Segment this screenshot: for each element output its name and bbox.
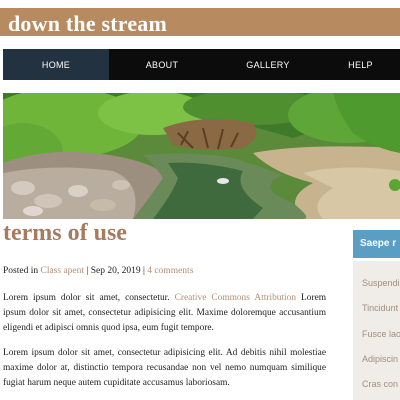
post-date: Sep 20, 2019 <box>90 266 141 276</box>
site-title[interactable]: down the stream <box>8 11 167 37</box>
meta-separator: | <box>86 266 89 276</box>
category-link[interactable]: Class apent <box>40 266 84 276</box>
post-meta: Posted in Class apent | Sep 20, 2019 | 4… <box>3 266 333 276</box>
article-paragraph-1: Lorem ipsum dolor sit amet, consectetur.… <box>3 291 326 336</box>
main-nav: HOME ABOUT GALLERY HELP <box>3 49 400 80</box>
meta-separator-2: | <box>142 266 145 276</box>
comments-link[interactable]: 4 comments <box>147 266 193 276</box>
posted-in-label: Posted in <box>3 266 39 276</box>
sidebar-heading-text: Saepe r <box>360 238 397 249</box>
nav-gallery[interactable]: GALLERY <box>215 49 321 80</box>
sidebar-link-1[interactable]: Suspendis <box>362 278 400 288</box>
sidebar-link-2[interactable]: Tincidunt <box>362 303 398 313</box>
sidebar-link-3[interactable]: Fusce lao <box>362 329 400 339</box>
sidebar-link-4[interactable]: Adipiscin <box>362 354 398 364</box>
article-paragraph-2: Lorem ipsum dolor sit amet, consectetur … <box>3 348 326 388</box>
site-header: down the stream <box>0 8 400 36</box>
sidebar-heading: Saepe r <box>353 230 400 258</box>
page-title: terms of use <box>3 220 127 246</box>
creative-commons-link[interactable]: Creative Commons Attribution <box>175 293 296 303</box>
nav-home[interactable]: HOME <box>3 49 109 80</box>
nav-about[interactable]: ABOUT <box>109 49 215 80</box>
sidebar-links: Suspendis Tincidunt Fusce lao Adipiscin … <box>353 261 400 400</box>
sidebar-link-5[interactable]: Cras con <box>362 379 398 389</box>
paragraph-1-start: Lorem ipsum dolor sit amet, consectetur. <box>3 293 170 303</box>
nav-help[interactable]: HELP <box>321 49 400 80</box>
hero-image <box>3 93 400 219</box>
